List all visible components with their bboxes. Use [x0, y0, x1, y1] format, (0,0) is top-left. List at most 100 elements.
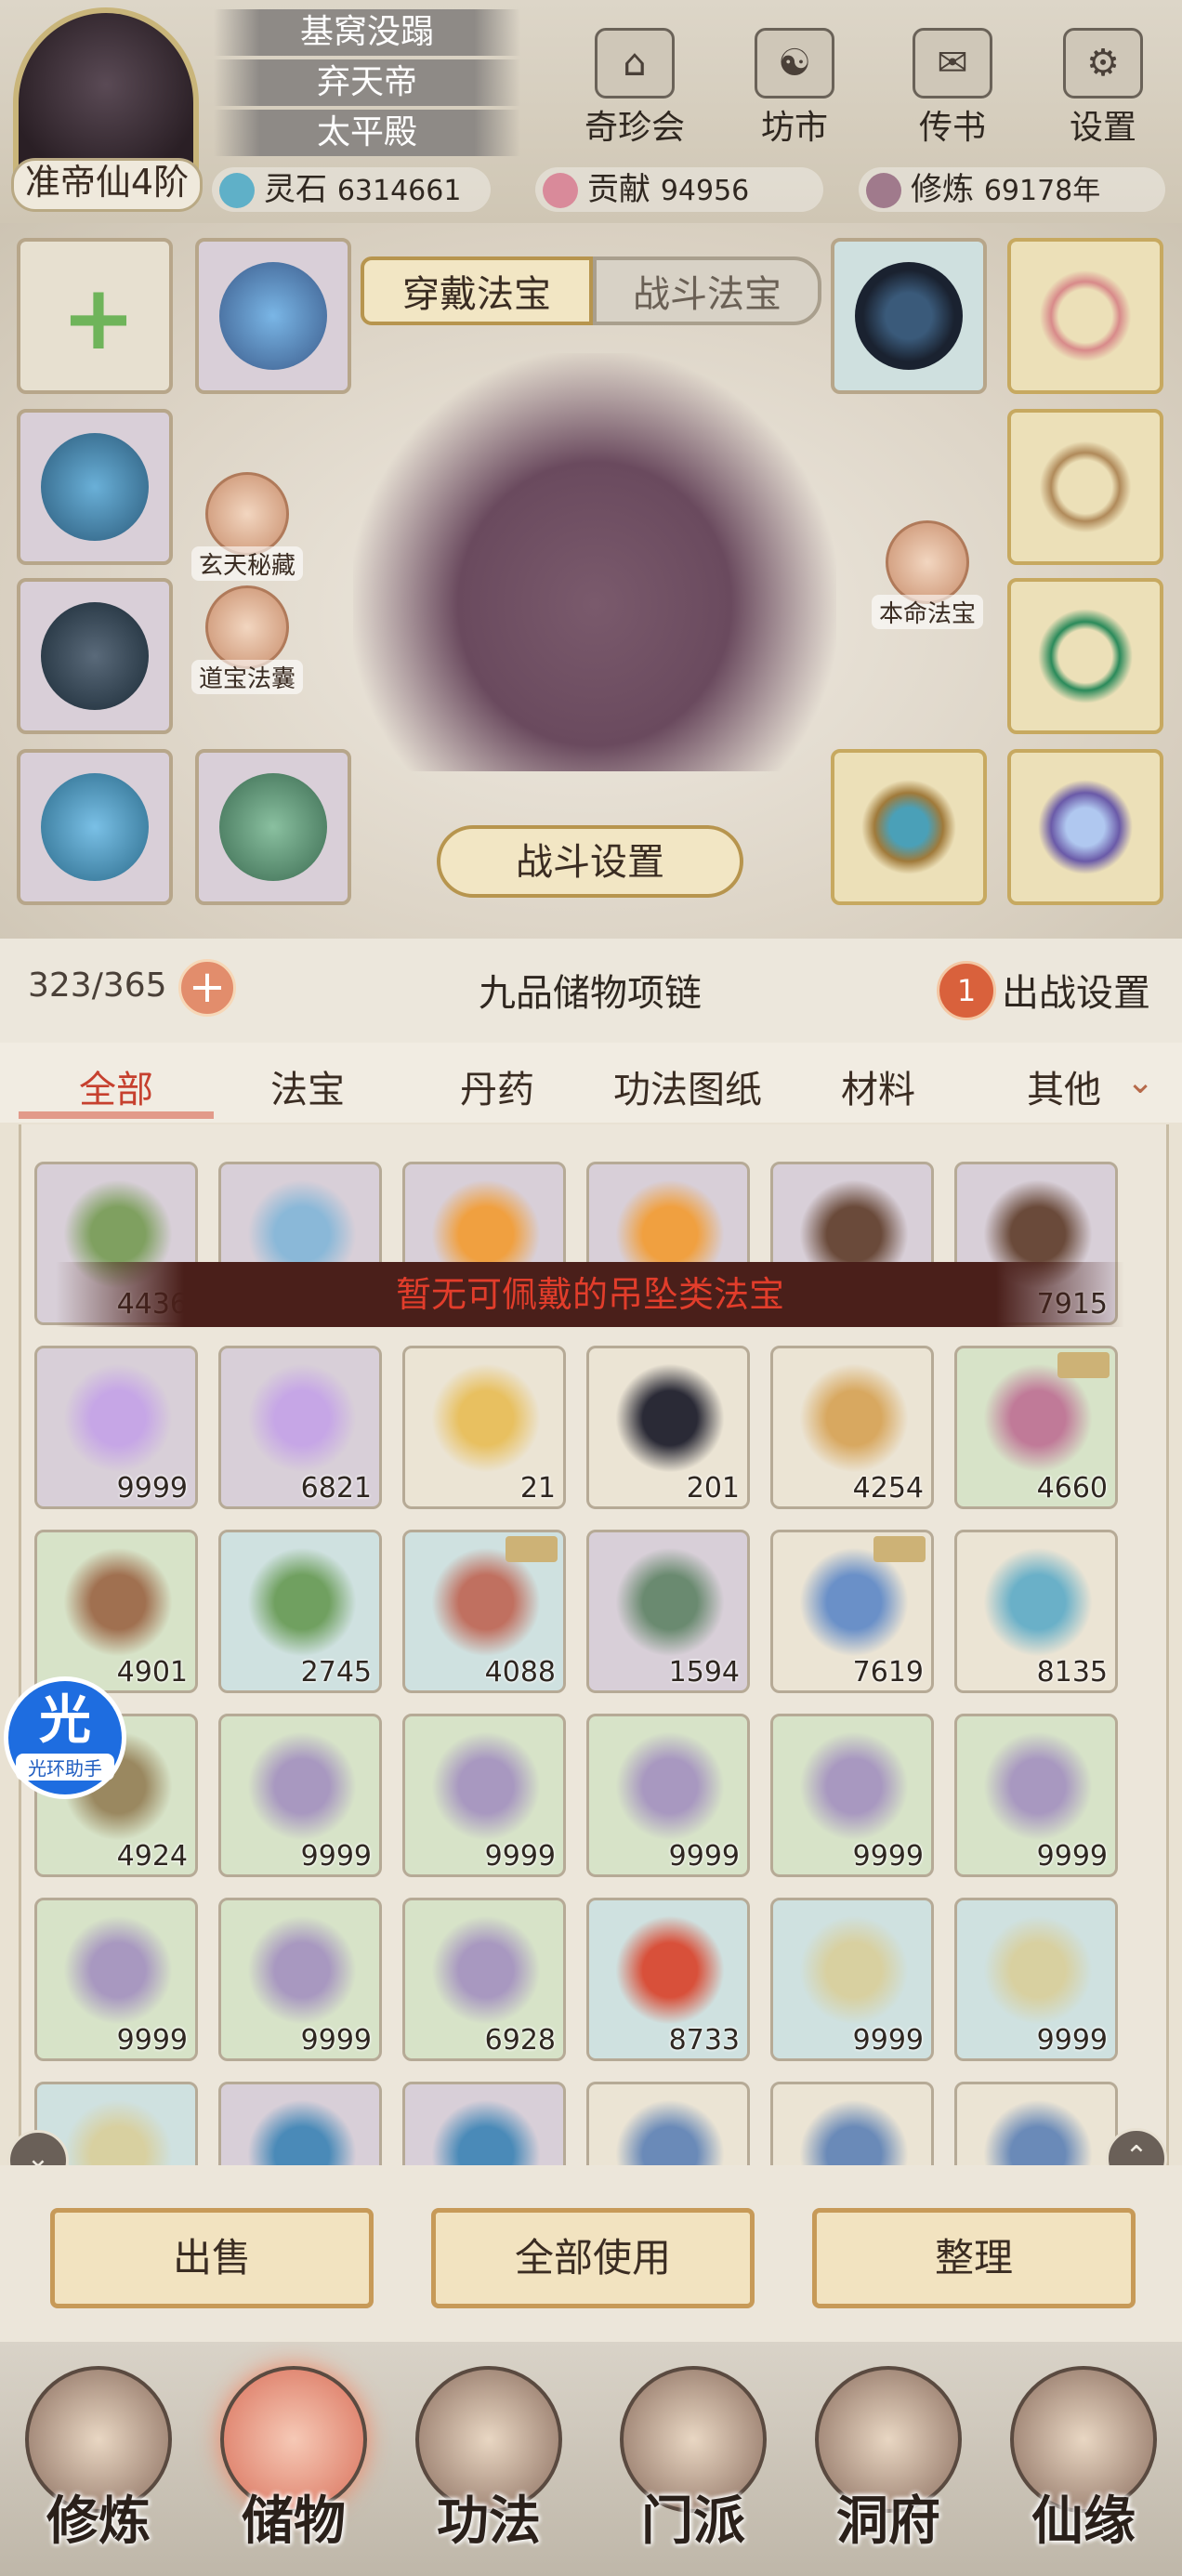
- item-icon: [799, 1547, 909, 1657]
- tab-pills[interactable]: 丹药: [418, 1059, 576, 1113]
- item-icon: [615, 1915, 725, 2025]
- inventory-item[interactable]: 9999: [954, 1898, 1118, 2061]
- settings-button[interactable]: ⚙ 设置: [1043, 19, 1163, 147]
- item-quantity: 21: [519, 1472, 556, 1505]
- item-quantity: 4901: [116, 1656, 188, 1689]
- tab-all[interactable]: 全部: [37, 1059, 195, 1113]
- inventory-item[interactable]: 9999: [770, 1898, 934, 2061]
- contribution-value: 94956: [660, 175, 750, 207]
- item-quantity: 6821: [300, 1472, 372, 1505]
- nav-techniques[interactable]: 功法: [396, 2366, 582, 2561]
- inventory-item[interactable]: 8135: [954, 1530, 1118, 1693]
- rare-corner-badge: [873, 1536, 926, 1562]
- inventory-item[interactable]: 9999: [218, 1714, 382, 1877]
- inventory-item[interactable]: 4660: [954, 1346, 1118, 1509]
- equip-slot-gauntlet[interactable]: [17, 578, 173, 734]
- tab-wear-treasure[interactable]: 穿戴法宝: [361, 256, 593, 325]
- dao-pouch-button[interactable]: 道宝法囊: [191, 585, 303, 694]
- item-icon: [983, 1915, 1093, 2025]
- sort-button[interactable]: 整理: [812, 2208, 1136, 2308]
- item-icon: [247, 1547, 357, 1657]
- tab-treasures[interactable]: 法宝: [229, 1059, 387, 1113]
- nav-techniques-label: 功法: [437, 2491, 541, 2552]
- equip-slot-armor[interactable]: [17, 409, 173, 565]
- inventory-item[interactable]: 9999: [218, 1898, 382, 2061]
- equip-slot-ring-6[interactable]: [1007, 749, 1163, 905]
- nav-storage[interactable]: 储物: [201, 2366, 387, 2561]
- item-quantity: 9999: [852, 2024, 924, 2057]
- sell-button[interactable]: 出售: [50, 2208, 374, 2308]
- battle-settings-button[interactable]: 战斗设置: [437, 825, 743, 898]
- inventory-item[interactable]: 4901: [34, 1530, 198, 1693]
- market-button[interactable]: ☯ 坊市: [734, 19, 855, 147]
- item-icon: [799, 1915, 909, 2025]
- treasure-pavilion-icon: ⌂: [595, 28, 675, 99]
- item-quantity: 1594: [668, 1656, 740, 1689]
- inventory-item[interactable]: 9999: [402, 1714, 566, 1877]
- inventory-item[interactable]: 9999: [770, 1714, 934, 1877]
- inventory-item[interactable]: 4088: [402, 1530, 566, 1693]
- natal-treasure-button[interactable]: 本命法宝: [872, 520, 983, 629]
- inventory-item[interactable]: 1594: [586, 1530, 750, 1693]
- inventory-item[interactable]: 9999: [954, 1714, 1118, 1877]
- inventory-item[interactable]: [770, 2082, 934, 2165]
- inventory-item[interactable]: 21: [402, 1346, 566, 1509]
- inventory-item[interactable]: 4254: [770, 1346, 934, 1509]
- inventory-item[interactable]: 9999: [586, 1714, 750, 1877]
- ring-icon: [1031, 773, 1139, 881]
- bag-capacity: 323/365: [28, 966, 167, 1005]
- use-all-button[interactable]: 全部使用: [431, 2208, 755, 2308]
- pouch-icon: [205, 585, 289, 669]
- mystic-vault-button[interactable]: 玄天秘藏: [191, 472, 303, 581]
- equip-slot-ring-5[interactable]: [831, 749, 987, 905]
- equip-slot-ring-2[interactable]: [1007, 238, 1163, 394]
- item-icon: [431, 1363, 541, 1473]
- player-title-2: 弃天帝: [214, 59, 520, 106]
- chevron-down-icon[interactable]: ⌄: [1126, 1063, 1154, 1101]
- item-icon: [63, 1363, 173, 1473]
- scroll-mail-label: 传书: [918, 109, 986, 147]
- inventory-item[interactable]: 9999: [34, 1346, 198, 1509]
- inventory-item[interactable]: 2745: [218, 1530, 382, 1693]
- treasure-pavilion-button[interactable]: ⌂ 奇珍会: [574, 19, 695, 147]
- equip-slot-ring-1[interactable]: [831, 238, 987, 394]
- assistant-float-button[interactable]: 光 光环助手: [4, 1676, 126, 1799]
- add-equipment-slot[interactable]: +: [17, 238, 173, 394]
- player-title-3: 太平殿: [214, 110, 520, 156]
- nav-cultivate-label: 修炼: [46, 2491, 151, 2552]
- equip-slot-ring-4[interactable]: [1007, 578, 1163, 734]
- tab-technique-scrolls[interactable]: 功法图纸: [595, 1059, 781, 1113]
- inventory-item[interactable]: 6821: [218, 1346, 382, 1509]
- nav-fate[interactable]: 仙缘: [991, 2366, 1176, 2561]
- expand-bag-button[interactable]: +: [178, 959, 236, 1017]
- inventory-item[interactable]: 201: [586, 1346, 750, 1509]
- fight-settings-link[interactable]: 出战设置: [1002, 963, 1150, 1017]
- inventory-item[interactable]: 7619: [770, 1530, 934, 1693]
- inventory-item[interactable]: [402, 2082, 566, 2165]
- inventory-item[interactable]: 6928: [402, 1898, 566, 2061]
- inventory-item[interactable]: [218, 2082, 382, 2165]
- equip-slot-helmet[interactable]: [195, 238, 351, 394]
- cultivation-value: 69178年: [983, 175, 1101, 207]
- equip-slot-pants[interactable]: [17, 749, 173, 905]
- inventory-item[interactable]: 9999: [34, 1898, 198, 2061]
- contribution-icon: [543, 173, 578, 208]
- item-icon: [431, 1731, 541, 1841]
- item-icon: [799, 2099, 909, 2165]
- equip-slot-boots[interactable]: [195, 749, 351, 905]
- inventory-item[interactable]: 8733: [586, 1898, 750, 2061]
- tab-battle-treasure[interactable]: 战斗法宝: [593, 256, 821, 325]
- item-icon: [247, 1915, 357, 2025]
- scroll-mail-button[interactable]: ✉ 传书: [892, 19, 1013, 147]
- nav-cave-abode[interactable]: 洞府: [795, 2366, 981, 2561]
- tab-materials[interactable]: 材料: [799, 1059, 957, 1113]
- inventory-item[interactable]: [954, 2082, 1118, 2165]
- tab-others[interactable]: 其他: [985, 1059, 1143, 1113]
- item-icon: [983, 2099, 1093, 2165]
- nav-sect[interactable]: 门派: [600, 2366, 786, 2561]
- equip-slot-ring-3[interactable]: [1007, 409, 1163, 565]
- item-icon: [63, 1547, 173, 1657]
- nav-cultivate[interactable]: 修炼: [6, 2366, 191, 2561]
- sword-icon: [886, 520, 969, 604]
- inventory-item[interactable]: [586, 2082, 750, 2165]
